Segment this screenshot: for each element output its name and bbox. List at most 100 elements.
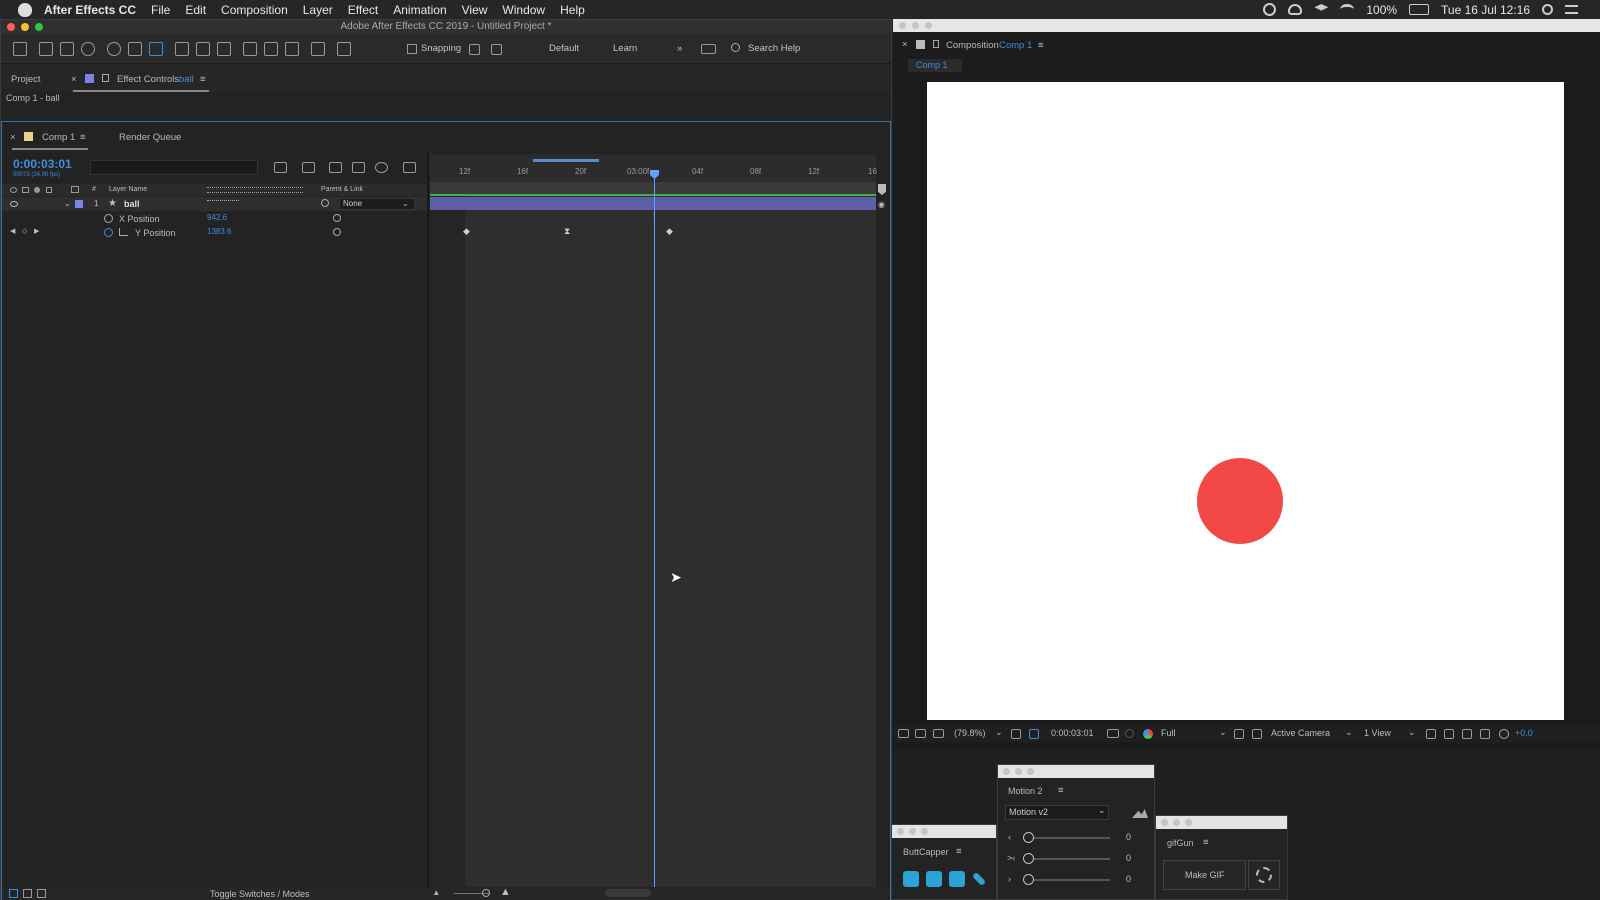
- slider-3-value[interactable]: 0: [1126, 874, 1131, 884]
- motion2-minimize-button[interactable]: [1015, 768, 1022, 775]
- comp-subtab[interactable]: Comp 1: [916, 60, 948, 70]
- resolution-chevron-icon[interactable]: ⌄: [1219, 727, 1227, 738]
- minimize-window-button[interactable]: [21, 23, 29, 31]
- workspace-default[interactable]: Default: [549, 43, 579, 54]
- menu-view[interactable]: View: [462, 3, 488, 17]
- tab-project[interactable]: Project: [11, 74, 41, 85]
- round-cap-icon[interactable]: [926, 871, 942, 887]
- selection-tool-icon[interactable]: [39, 42, 53, 56]
- type-tool-icon[interactable]: [217, 42, 231, 56]
- composition-canvas[interactable]: [927, 82, 1564, 720]
- butt-cap-icon[interactable]: [903, 871, 919, 887]
- creative-cloud-icon[interactable]: [1263, 3, 1277, 16]
- layer-expand-chevron-icon[interactable]: ⌄: [64, 199, 71, 208]
- slider-1-knob[interactable]: [1023, 832, 1034, 843]
- close-window-button[interactable]: [7, 23, 15, 31]
- apple-icon[interactable]: [18, 2, 32, 17]
- exposure-value[interactable]: +0.0: [1515, 728, 1533, 738]
- pen-tool-icon[interactable]: [196, 42, 210, 56]
- panel-menu-icon[interactable]: ≡: [200, 74, 206, 85]
- menu-edit[interactable]: Edit: [185, 3, 206, 17]
- draft-3d-icon[interactable]: [302, 162, 315, 173]
- graph-editor-icon[interactable]: [403, 162, 416, 173]
- zoom-in-icon[interactable]: ▲: [500, 886, 511, 898]
- menu-animation[interactable]: Animation: [393, 3, 446, 17]
- camera-chevron-icon[interactable]: ⌄: [1345, 727, 1353, 738]
- slider-2-knob[interactable]: [1023, 853, 1034, 864]
- comp-flowchart-icon[interactable]: [274, 162, 287, 173]
- slider-1-value[interactable]: 0: [1126, 832, 1131, 842]
- menu-help[interactable]: Help: [560, 3, 585, 17]
- workspace-overflow-icon[interactable]: »: [677, 43, 682, 54]
- tab-effect-controls[interactable]: Effect Controls: [117, 74, 179, 85]
- composition-panel-label[interactable]: Composition: [946, 40, 999, 51]
- menu-effect[interactable]: Effect: [348, 3, 378, 17]
- toggle-pixel-aspect-icon[interactable]: [1426, 729, 1436, 739]
- frame-blending-icon[interactable]: [352, 162, 365, 173]
- timeline-panel-menu-icon[interactable]: ≡: [80, 132, 86, 143]
- motion-blur-icon[interactable]: [375, 162, 388, 173]
- hand-tool-icon[interactable]: [60, 42, 74, 56]
- app-name[interactable]: After Effects CC: [44, 3, 136, 17]
- timeline-icon[interactable]: [1462, 729, 1472, 739]
- channel-color-icon[interactable]: [1143, 729, 1153, 739]
- cloud-sync-icon[interactable]: [1288, 4, 1303, 15]
- close-timeline-tab-icon[interactable]: ×: [10, 132, 16, 143]
- buttcapper-minimize-button[interactable]: [909, 828, 916, 835]
- next-keyframe-icon[interactable]: ▶: [34, 227, 39, 235]
- show-snapshot-icon[interactable]: [1125, 729, 1134, 738]
- composition-panel-menu-icon[interactable]: ≡: [1038, 40, 1044, 51]
- zoom-out-icon[interactable]: ▴: [434, 887, 439, 898]
- x-position-stopwatch-icon[interactable]: [104, 214, 113, 223]
- snapping-checkbox[interactable]: [407, 44, 417, 54]
- wrench-icon[interactable]: [971, 871, 987, 887]
- workspace-learn[interactable]: Learn: [613, 43, 637, 54]
- menu-file[interactable]: File: [151, 3, 170, 17]
- y-keyframe-1[interactable]: ◆: [463, 226, 470, 237]
- camera-value[interactable]: Active Camera: [1271, 728, 1330, 738]
- y-keyframe-3[interactable]: ◆: [666, 226, 673, 237]
- motion2-menu-icon[interactable]: ≡: [1058, 785, 1064, 796]
- comp-close-button[interactable]: [899, 22, 906, 29]
- battery-icon[interactable]: [1409, 4, 1430, 15]
- views-value[interactable]: 1 View: [1364, 728, 1391, 738]
- motion2-zoom-button[interactable]: [1027, 768, 1034, 775]
- buttcapper-zoom-button[interactable]: [921, 828, 928, 835]
- datetime[interactable]: Tue 16 Jul 12:16: [1441, 3, 1530, 17]
- x-position-pickwhip-icon[interactable]: [333, 214, 341, 222]
- layer-duration-bar[interactable]: [430, 197, 876, 210]
- layer-switches[interactable]: [207, 200, 239, 208]
- tab-comp[interactable]: Comp 1: [42, 132, 75, 143]
- zoom-slider-knob[interactable]: [482, 889, 490, 897]
- add-keyframe-icon[interactable]: ◇: [22, 227, 27, 235]
- snap-option-icon[interactable]: [469, 44, 480, 55]
- toggle-switches-modes[interactable]: Toggle Switches / Modes: [210, 889, 310, 899]
- gifgun-menu-icon[interactable]: ≡: [1203, 837, 1209, 848]
- layer-switches-pane-icon[interactable]: [9, 889, 18, 898]
- motion-mountain-icon[interactable]: [1132, 809, 1148, 818]
- playhead-line[interactable]: [654, 174, 655, 887]
- slider-2-value[interactable]: 0: [1126, 853, 1131, 863]
- snapshot-camera-icon[interactable]: [1107, 729, 1119, 738]
- motion2-close-button[interactable]: [1003, 768, 1010, 775]
- slider-1-track[interactable]: [1026, 837, 1110, 839]
- shy-layers-icon[interactable]: [329, 162, 342, 173]
- resolution-value[interactable]: Full: [1161, 728, 1176, 738]
- rectangle-tool-icon[interactable]: [175, 42, 189, 56]
- snap-grid-icon[interactable]: [491, 44, 502, 55]
- buttcapper-close-button[interactable]: [897, 828, 904, 835]
- libraries-icon[interactable]: [701, 44, 716, 54]
- layer-name[interactable]: ball: [124, 199, 140, 209]
- menu-window[interactable]: Window: [502, 3, 545, 17]
- search-help-input[interactable]: Search Help: [748, 43, 800, 54]
- y-keyframe-2[interactable]: ⧗: [564, 226, 570, 237]
- zoom-tool-icon[interactable]: [81, 42, 95, 56]
- vr-icon[interactable]: [933, 729, 944, 738]
- layer-visibility-icon[interactable]: [10, 201, 18, 207]
- puppet-pin-tool-icon[interactable]: [337, 42, 351, 56]
- mask-visibility-icon[interactable]: [1029, 729, 1039, 739]
- layer-color-label[interactable]: [75, 200, 83, 208]
- buttcapper-menu-icon[interactable]: ≡: [956, 846, 962, 857]
- rotate-tool-icon[interactable]: [107, 42, 121, 56]
- slider-3-track[interactable]: [1026, 879, 1110, 881]
